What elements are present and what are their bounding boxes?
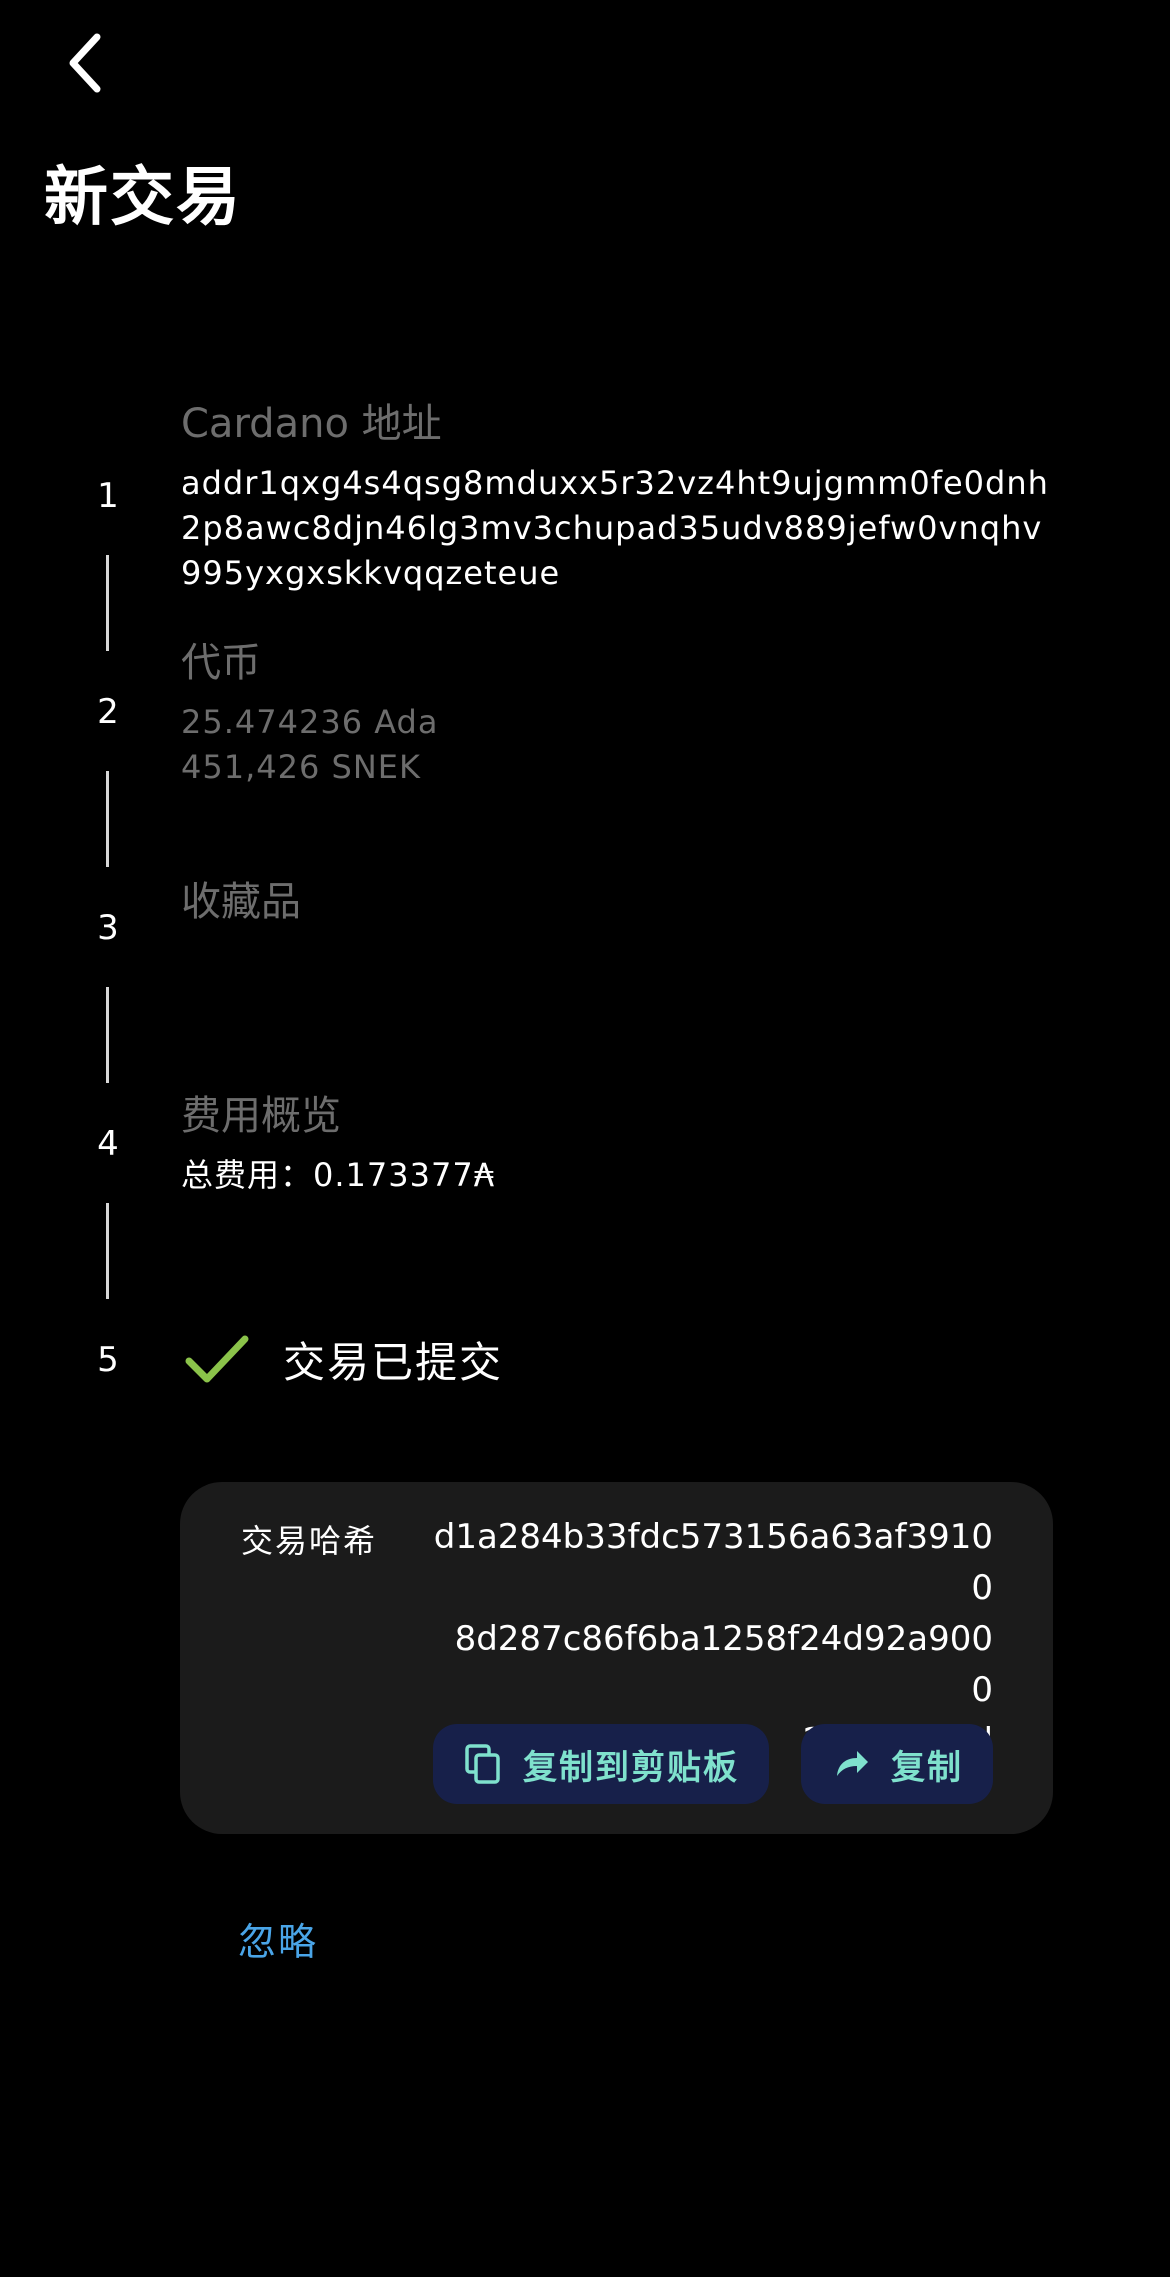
- address-line: addr1qxg4s4qsg8mduxx5r32vz4ht9ujgmm0fe0d…: [181, 464, 1049, 502]
- share-button[interactable]: 复制: [801, 1724, 993, 1804]
- dismiss-button[interactable]: 忽略: [238, 1914, 318, 1970]
- token-amount-snek: 451,426 SNEK: [181, 748, 421, 786]
- transaction-hash-label: 交易哈希: [241, 1522, 378, 1560]
- copy-to-clipboard-label: 复制到剪贴板: [523, 1747, 739, 1788]
- step-title-address: Cardano 地址: [181, 401, 442, 447]
- copy-icon: [463, 1744, 503, 1784]
- share-icon: [831, 1744, 871, 1784]
- recipient-address: addr1qxg4s4qsg8mduxx5r32vz4ht9ujgmm0fe0d…: [181, 461, 1049, 596]
- step-number-1: 1: [97, 476, 119, 516]
- step-connector: [106, 1203, 109, 1299]
- step-number-5: 5: [97, 1340, 119, 1380]
- chevron-left-icon: [69, 33, 101, 93]
- copy-to-clipboard-button[interactable]: 复制到剪贴板: [433, 1724, 769, 1804]
- step-connector: [106, 771, 109, 867]
- token-amount-ada: 25.474236 Ada: [181, 703, 439, 741]
- step-title-tokens: 代币: [181, 640, 261, 686]
- share-label: 复制: [891, 1747, 963, 1788]
- check-icon: [185, 1335, 249, 1383]
- step-connector: [106, 555, 109, 651]
- submitted-label: 交易已提交: [283, 1337, 504, 1387]
- address-line: 995yxgxskkvqqzeteue: [181, 554, 561, 592]
- transaction-hash-card: 交易哈希 d1a284b33fdc573156a63af39100 8d287c…: [180, 1482, 1053, 1834]
- step-title-fees: 费用概览: [181, 1093, 341, 1139]
- back-button[interactable]: [50, 28, 120, 98]
- token-list: 25.474236 Ada 451,426 SNEK: [181, 700, 438, 790]
- step-connector: [106, 987, 109, 1083]
- page-title: 新交易: [44, 161, 242, 235]
- hash-line: 8d287c86f6ba1258f24d92a9000: [454, 1619, 993, 1710]
- address-line: 2p8awc8djn46lg3mv3chupad35udv889jefw0vnq…: [181, 509, 1043, 547]
- hash-line: d1a284b33fdc573156a63af39100: [433, 1517, 993, 1608]
- step-number-4: 4: [97, 1124, 119, 1164]
- submitted-status: 交易已提交: [181, 1324, 503, 1394]
- step-number-2: 2: [97, 692, 119, 732]
- total-fee: 总费用：0.173377₳: [181, 1156, 496, 1194]
- step-title-collectibles: 收藏品: [181, 879, 301, 925]
- step-number-3: 3: [97, 908, 119, 948]
